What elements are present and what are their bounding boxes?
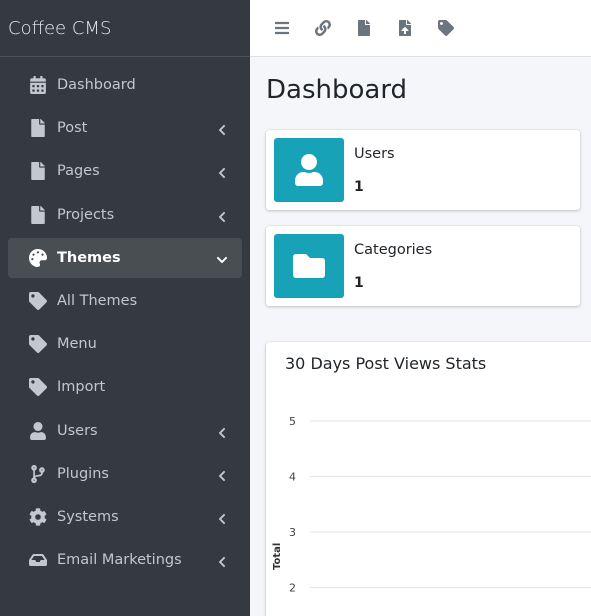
sidebar-item-email-marketings[interactable]: Email Marketings <box>8 540 242 580</box>
sidebar-item-projects[interactable]: Projects <box>8 195 242 235</box>
chevron-left-icon <box>216 164 228 179</box>
chevron-left-icon <box>216 121 228 136</box>
y-tick-label: 5 <box>289 415 296 428</box>
sidebar-item-dashboard[interactable]: Dashboard <box>8 65 242 105</box>
sidebar-item-label: Themes <box>57 249 121 266</box>
page-title: Dashboard <box>266 75 408 105</box>
sidebar-item-themes[interactable]: Themes <box>8 237 242 278</box>
sidebar-item-label: Post <box>57 120 88 137</box>
post-views-card: 30 Days Post Views Stats 5 4 3 2 Total <box>266 342 591 616</box>
tag-icon <box>29 335 47 354</box>
sidebar-item-label: All Themes <box>57 292 138 309</box>
file-icon <box>29 205 47 224</box>
sidebar-nav: Dashboard Post Pages Projects Themes All Them… <box>0 57 250 580</box>
content-wrapper: Dashboard Users 1 Categories 1 30 Days P… <box>250 57 591 616</box>
link-icon[interactable] <box>314 19 332 37</box>
file-icon[interactable] <box>355 19 373 37</box>
sidebar-item-label: Projects <box>57 206 115 223</box>
y-axis-label: Total <box>272 543 283 570</box>
chevron-left-icon <box>216 424 228 438</box>
sidebar-item-post[interactable]: Post <box>8 108 242 148</box>
sidebar-item-label: Dashboard <box>57 77 136 93</box>
sidebar-item-label: Systems <box>57 508 119 525</box>
chevron-down-icon <box>216 251 228 263</box>
y-tick-label: 4 <box>289 471 296 484</box>
sidebar-item-label: Email Marketings <box>57 552 182 569</box>
sidebar-item-systems[interactable]: Systems <box>8 497 242 537</box>
sidebar-item-label: Users <box>57 422 98 439</box>
info-box-value: 1 <box>354 275 364 291</box>
info-box-label: Users <box>354 146 395 162</box>
sidebar-item-pages[interactable]: Pages <box>8 151 242 191</box>
chevron-left-icon <box>216 208 228 222</box>
top-navbar <box>250 0 591 57</box>
y-tick-label: 2 <box>289 582 296 595</box>
sidebar-item-menu[interactable]: Menu <box>8 324 242 364</box>
palette-icon <box>29 248 47 267</box>
user-icon <box>29 421 47 440</box>
branch-icon <box>29 464 47 483</box>
info-box-users: Users 1 <box>266 130 580 210</box>
sidebar-item-label: Menu <box>57 336 97 353</box>
info-box-categories: Categories 1 <box>266 226 580 306</box>
sidebar-item-label: Import <box>57 379 106 396</box>
sidebar-item-import[interactable]: Import <box>8 367 242 407</box>
sidebar-item-plugins[interactable]: Plugins <box>8 454 242 494</box>
folder-icon <box>274 234 344 298</box>
file-icon <box>29 119 47 138</box>
info-box-value: 1 <box>354 179 364 195</box>
chevron-left-icon <box>216 553 228 568</box>
brand-name: Coffee CMS <box>8 17 112 39</box>
info-box-label: Categories <box>354 242 433 258</box>
chevron-left-icon <box>216 467 228 481</box>
sidebar-item-users[interactable]: Users <box>8 411 242 451</box>
sidebar: Coffee CMS Dashboard Post Pages Projects The… <box>0 0 250 616</box>
sidebar-item-label: Plugins <box>57 465 109 482</box>
file-upload-icon[interactable] <box>396 19 414 37</box>
inbox-icon <box>29 551 47 569</box>
file-icon <box>29 162 47 181</box>
y-tick-label: 3 <box>289 526 296 539</box>
calendar-icon <box>29 76 47 94</box>
tag-icon <box>29 291 47 310</box>
sidebar-item-label: Pages <box>57 163 100 180</box>
menu-icon[interactable] <box>273 19 291 37</box>
cog-icon <box>29 508 47 526</box>
sidebar-item-all-themes[interactable]: All Themes <box>8 281 242 321</box>
tag-icon[interactable] <box>437 19 455 37</box>
tag-icon <box>29 378 47 397</box>
chevron-left-icon <box>216 510 228 524</box>
user-icon <box>274 138 344 202</box>
post-views-chart: 5 4 3 2 Total <box>272 415 591 595</box>
brand-link[interactable]: Coffee CMS <box>0 0 250 57</box>
